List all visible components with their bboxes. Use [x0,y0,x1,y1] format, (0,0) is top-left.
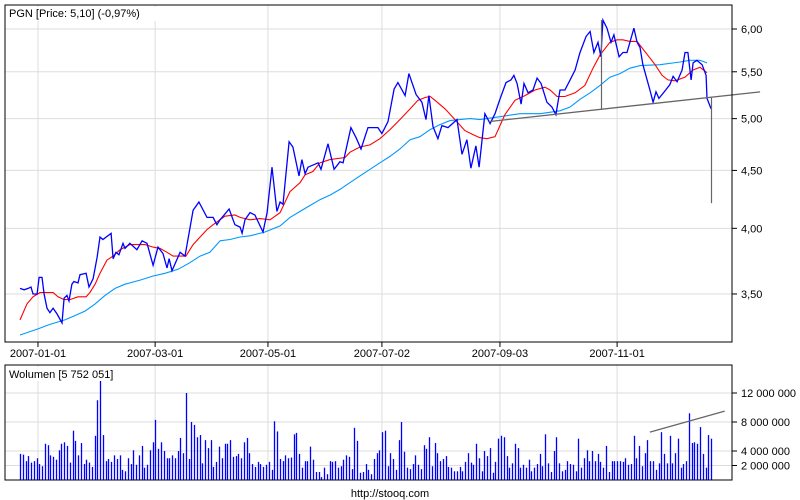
volume-tick-label: 8 000 000 [741,417,790,429]
price-tick-label: 6,00 [741,24,762,36]
date-tick-label: 2007-09-03 [472,348,528,360]
date-tick-label: 2007-03-01 [127,348,183,360]
chart-title: PGN [Price: 5,10] (-0,97%) [9,8,140,20]
volume-tick-label: 12 000 000 [741,388,796,400]
date-tick-label: 2007-01-01 [10,348,66,360]
volume-tick-label: 2 000 000 [741,461,790,473]
date-tick-label: 2007-11-01 [589,348,644,360]
price-tick-label: 4,00 [741,223,762,235]
price-tick-label: 5,50 [741,67,762,79]
date-tick-label: 2007-07-02 [354,348,410,360]
stock-chart: PGN [Price: 5,10] (-0,97%) Wolumen [5 75… [0,0,800,500]
volume-tick-label: 4 000 000 [741,446,790,458]
volume-title: Wolumen [5 752 051] [9,369,113,381]
date-tick-label: 2007-05-01 [240,348,296,360]
price-tick-label: 3,50 [741,289,762,301]
price-tick-label: 4,50 [741,165,762,177]
footer-link[interactable]: http://stooq.com [351,488,429,500]
price-tick-label: 5,00 [741,114,762,126]
